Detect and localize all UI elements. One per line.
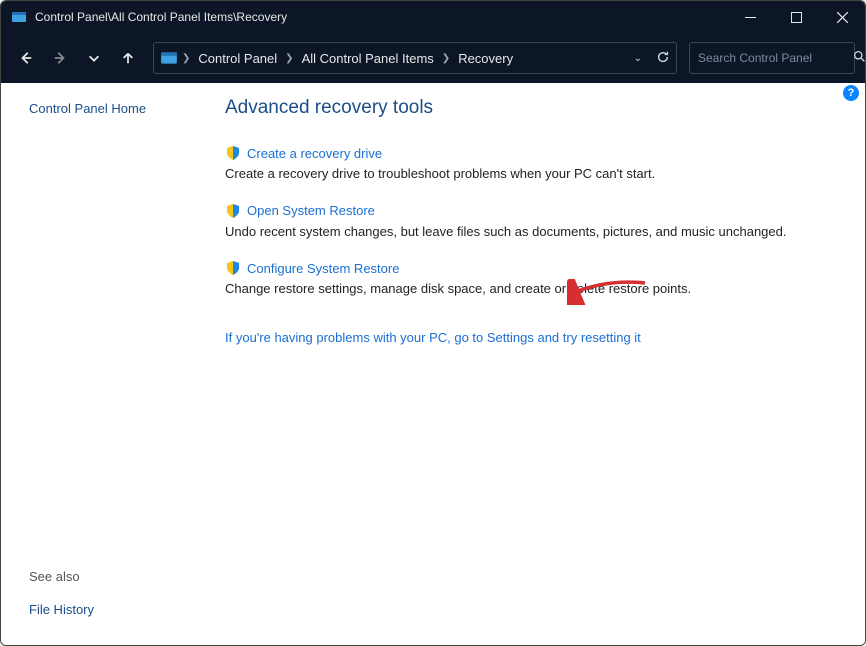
- minimize-button[interactable]: [727, 1, 773, 33]
- window: Control Panel\All Control Panel Items\Re…: [0, 0, 866, 646]
- tool-description: Create a recovery drive to troubleshoot …: [225, 165, 837, 183]
- create-recovery-drive-link[interactable]: Create a recovery drive: [247, 146, 382, 161]
- breadcrumb-segment[interactable]: Recovery: [454, 51, 517, 66]
- shield-icon: [225, 260, 241, 276]
- back-button[interactable]: [11, 43, 41, 73]
- maximize-button[interactable]: [773, 1, 819, 33]
- tool-description: Change restore settings, manage disk spa…: [225, 280, 837, 298]
- window-controls: [727, 1, 865, 33]
- shield-icon: [225, 203, 241, 219]
- control-panel-home-link[interactable]: Control Panel Home: [29, 101, 197, 116]
- sidebar: Control Panel Home See also File History: [1, 83, 211, 645]
- shield-icon: [225, 145, 241, 161]
- up-button[interactable]: [113, 43, 143, 73]
- chevron-down-icon[interactable]: ⌄: [634, 53, 642, 64]
- see-also-heading: See also: [29, 569, 197, 584]
- search-box[interactable]: [689, 42, 855, 74]
- tool-description: Undo recent system changes, but leave fi…: [225, 223, 837, 241]
- reset-pc-link[interactable]: If you're having problems with your PC, …: [225, 330, 641, 345]
- location-icon: [160, 49, 178, 67]
- nav-toolbar: ❯ Control Panel ❯ All Control Panel Item…: [1, 33, 865, 83]
- content-area: ? Control Panel Home See also File Histo…: [1, 83, 865, 645]
- file-history-link[interactable]: File History: [29, 602, 197, 617]
- app-icon: [11, 9, 27, 25]
- refresh-button[interactable]: [656, 50, 670, 67]
- tool-create-recovery-drive: Create a recovery drive Create a recover…: [225, 145, 837, 183]
- search-input[interactable]: [698, 51, 853, 65]
- tool-configure-system-restore: Configure System Restore Change restore …: [225, 260, 837, 298]
- chevron-right-icon: ❯: [442, 53, 450, 64]
- forward-button[interactable]: [45, 43, 75, 73]
- close-button[interactable]: [819, 1, 865, 33]
- open-system-restore-link[interactable]: Open System Restore: [247, 203, 375, 218]
- chevron-right-icon: ❯: [182, 53, 190, 64]
- titlebar: Control Panel\All Control Panel Items\Re…: [1, 1, 865, 33]
- breadcrumb-segment[interactable]: All Control Panel Items: [298, 51, 438, 66]
- breadcrumb-segment[interactable]: Control Panel: [194, 51, 281, 66]
- page-title: Advanced recovery tools: [225, 97, 837, 119]
- tool-open-system-restore: Open System Restore Undo recent system c…: [225, 203, 837, 241]
- history-dropdown-button[interactable]: [79, 43, 109, 73]
- configure-system-restore-link[interactable]: Configure System Restore: [247, 261, 399, 276]
- address-bar[interactable]: ❯ Control Panel ❯ All Control Panel Item…: [153, 42, 677, 74]
- main-panel: Advanced recovery tools Create a recover…: [211, 83, 865, 645]
- search-icon[interactable]: [853, 50, 866, 66]
- window-title: Control Panel\All Control Panel Items\Re…: [35, 10, 287, 24]
- chevron-right-icon: ❯: [285, 53, 293, 64]
